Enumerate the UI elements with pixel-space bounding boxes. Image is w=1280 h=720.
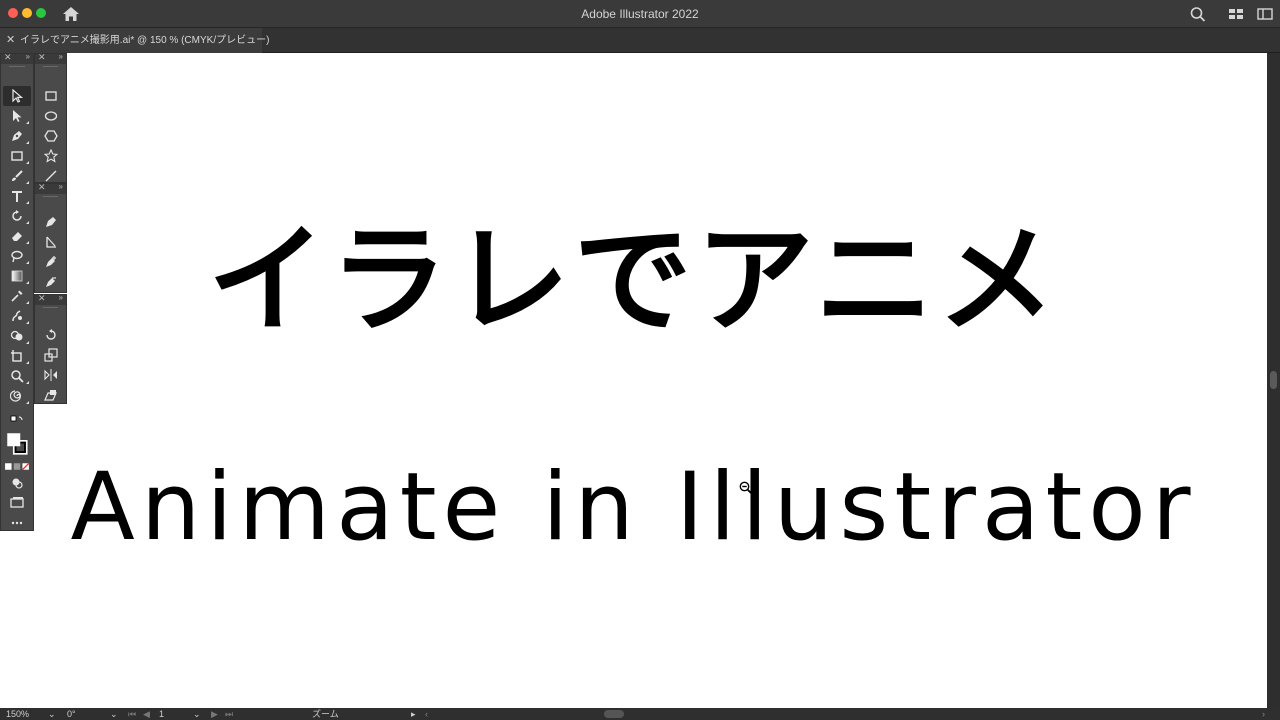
artwork-headline-english[interactable]: Animate in Illustrator xyxy=(0,461,1267,555)
rectangle-tool-icon[interactable] xyxy=(3,146,31,166)
scroll-thumb[interactable] xyxy=(1270,371,1277,389)
zoom-dropdown-chevron-icon[interactable]: ⌄ xyxy=(48,708,56,720)
first-artboard-icon[interactable]: ⏮ xyxy=(128,708,136,720)
pen-tools-panel: ✕» xyxy=(34,182,67,293)
rotate-tool-icon[interactable] xyxy=(3,206,31,226)
edit-toolbar-icon[interactable] xyxy=(3,512,31,534)
vertical-scrollbar[interactable] xyxy=(1267,53,1280,708)
app-title: Adobe Illustrator 2022 xyxy=(581,7,699,21)
artboard-number[interactable]: 1 xyxy=(159,708,164,720)
selection-tool-icon[interactable] xyxy=(3,86,31,106)
document-tab-bar: ✕ イラレでアニメ撮影用.ai* @ 150 % (CMYK/プレビュー) xyxy=(0,28,1280,53)
status-bar: 150% ⌄ 0° ⌄ ⏮ ◀ 1 ⌄ ▶ ⏭ ズーム ▸ ‹ › xyxy=(0,708,1280,720)
drawing-modes-icon[interactable] xyxy=(3,474,31,492)
shape-tools-panel: ✕» xyxy=(34,52,67,183)
current-tool-label: ズーム xyxy=(312,709,339,719)
puppet-warp-tool-icon[interactable] xyxy=(3,306,31,326)
default-fill-stroke-icon[interactable] xyxy=(3,414,31,428)
direct-selection-tool-icon[interactable] xyxy=(3,106,31,126)
zoom-tool-icon[interactable] xyxy=(3,366,31,386)
paintbrush-tool-icon[interactable] xyxy=(3,166,31,186)
title-bar: Adobe Illustrator 2022 xyxy=(0,0,1280,28)
previous-artboard-icon[interactable]: ◀ xyxy=(143,708,150,720)
panels-icon[interactable] xyxy=(1256,6,1274,22)
delete-anchor-point-icon[interactable] xyxy=(37,272,65,292)
artboard-tool-icon[interactable] xyxy=(3,346,31,366)
eraser-tool-icon[interactable] xyxy=(3,226,31,246)
toolbar-main: ✕» xyxy=(0,52,34,534)
star-shape-icon[interactable] xyxy=(37,146,65,166)
rectangle-shape-icon[interactable] xyxy=(37,86,65,106)
artwork-headline-japanese[interactable]: イラレでアニメ xyxy=(0,221,1267,339)
scale-icon[interactable] xyxy=(37,345,65,365)
ellipse-shape-icon[interactable] xyxy=(37,106,65,126)
rotation-dropdown-chevron-icon[interactable]: ⌄ xyxy=(110,708,118,720)
last-artboard-icon[interactable]: ⏭ xyxy=(225,708,233,720)
screen-mode-icon[interactable] xyxy=(3,492,31,512)
shear-icon[interactable] xyxy=(37,385,65,405)
anchor-point-icon[interactable] xyxy=(37,232,65,252)
add-anchor-point-icon[interactable] xyxy=(37,252,65,272)
transform-tools-panel: ✕» xyxy=(34,293,67,405)
eyedropper-tool-icon[interactable] xyxy=(3,286,31,306)
status-menu-arrow-icon[interactable]: ▸ xyxy=(411,708,416,720)
type-tool-icon[interactable] xyxy=(3,186,31,206)
pen-icon[interactable] xyxy=(37,212,65,232)
color-none-mode-icon[interactable] xyxy=(3,458,31,474)
artboard-canvas[interactable]: イラレでアニメ Animate in Illustrator xyxy=(0,53,1267,708)
search-icon[interactable] xyxy=(1189,6,1207,22)
scroll-left-icon[interactable]: ‹ xyxy=(425,708,428,720)
shape-builder-tool-icon[interactable] xyxy=(3,326,31,346)
horizontal-scroll-thumb[interactable] xyxy=(604,710,624,718)
next-artboard-icon[interactable]: ▶ xyxy=(211,708,218,720)
polygon-shape-icon[interactable] xyxy=(37,126,65,146)
artboard-dropdown-chevron-icon[interactable]: ⌄ xyxy=(193,708,201,720)
rotate-icon[interactable] xyxy=(37,325,65,345)
scroll-right-icon[interactable]: › xyxy=(1262,708,1265,720)
arrange-documents-icon[interactable] xyxy=(1227,6,1245,22)
reflect-icon[interactable] xyxy=(37,365,65,385)
spiral-tool-icon[interactable] xyxy=(3,386,31,406)
fill-stroke-swatch[interactable] xyxy=(3,428,31,458)
pen-tool-icon[interactable] xyxy=(3,126,31,146)
zoom-level-value[interactable]: 150% xyxy=(6,708,29,720)
lasso-tool-icon[interactable] xyxy=(3,246,31,266)
document-tab-label: イラレでアニメ撮影用.ai* @ 150 % (CMYK/プレビュー) xyxy=(20,35,270,46)
rotation-value[interactable]: 0° xyxy=(67,708,76,720)
tab-close-icon[interactable]: ✕ xyxy=(6,28,15,53)
gradient-tool-icon[interactable] xyxy=(3,266,31,286)
zoom-out-cursor-icon xyxy=(739,481,753,495)
document-tab[interactable]: ✕ イラレでアニメ撮影用.ai* @ 150 % (CMYK/プレビュー) xyxy=(0,28,269,53)
